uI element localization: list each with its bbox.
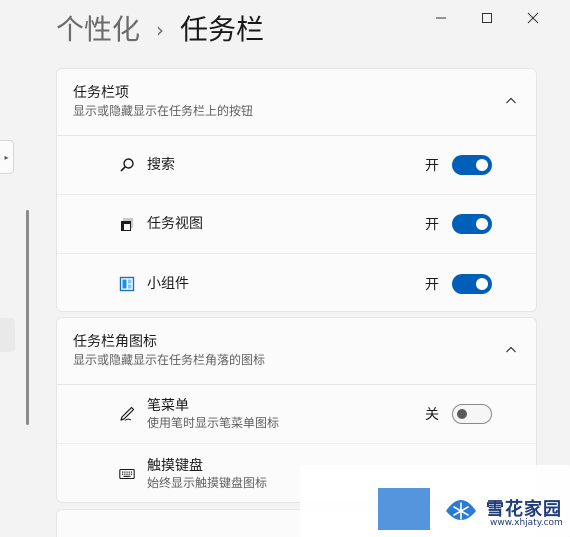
- setting-row-search: 搜索 开: [57, 136, 536, 195]
- maximize-icon: [482, 13, 492, 23]
- toggle-knob: [476, 218, 488, 230]
- setting-label: 搜索: [147, 157, 175, 173]
- task-view-icon: [119, 216, 135, 232]
- taskbar-items-header[interactable]: 任务栏项 显示或隐藏显示在任务栏上的按钮: [57, 69, 536, 136]
- nav-pane-edge: ▸: [0, 0, 56, 537]
- setting-label: 小组件: [147, 275, 189, 292]
- toggle-state-label: 开: [425, 276, 439, 293]
- chevron-up-icon[interactable]: [505, 344, 517, 356]
- pen-menu-toggle[interactable]: [452, 404, 492, 424]
- nav-scrollbar[interactable]: [26, 210, 29, 425]
- toggle-knob: [476, 277, 488, 290]
- chevron-right-icon: ▸: [4, 152, 9, 162]
- close-icon: [527, 12, 539, 24]
- setting-row-widgets: 小组件 开: [57, 254, 536, 311]
- nav-selected-item[interactable]: [0, 318, 15, 352]
- close-button[interactable]: [510, 4, 556, 32]
- toggle-knob: [476, 159, 488, 171]
- pen-icon: [119, 406, 135, 422]
- toggle-state-label: 关: [425, 407, 439, 423]
- window-controls: [418, 4, 556, 32]
- page-title: 任务栏: [180, 13, 265, 46]
- section-subtitle: 显示或隐藏显示在任务栏角落的图标: [73, 353, 266, 367]
- toggle-state-label: 开: [425, 217, 439, 233]
- setting-description: 始终显示触摸键盘图标: [147, 475, 268, 490]
- section-title: 任务栏项: [73, 85, 129, 101]
- snowflake-logo-icon: [446, 500, 476, 520]
- nav-expand-button[interactable]: ▸: [0, 140, 14, 174]
- setting-label: 笔菜单: [147, 398, 189, 414]
- maximize-button[interactable]: [464, 4, 510, 32]
- taskbar-items-section: 任务栏项 显示或隐藏显示在任务栏上的按钮 搜索 开 任务视图 开 小组件 开: [56, 68, 537, 312]
- toggle-state-label: 开: [425, 158, 439, 174]
- section-subtitle: 显示或隐藏显示在任务栏上的按钮: [73, 104, 254, 118]
- breadcrumb-separator: ›: [156, 18, 165, 42]
- task-view-toggle[interactable]: [452, 214, 492, 234]
- search-icon: [119, 157, 135, 173]
- search-toggle[interactable]: [452, 155, 492, 175]
- minimize-button[interactable]: [418, 4, 464, 32]
- setting-row-task-view: 任务视图 开: [57, 195, 536, 254]
- widgets-toggle[interactable]: [452, 273, 492, 294]
- taskbar-corner-icons-header[interactable]: 任务栏角图标 显示或隐藏显示在任务栏角落的图标: [57, 318, 536, 385]
- setting-label: 任务视图: [147, 216, 203, 232]
- watermark-url: www.xhjaty.com: [490, 518, 563, 528]
- setting-label: 触摸键盘: [147, 457, 203, 474]
- keyboard-icon: [119, 466, 135, 482]
- breadcrumb-parent[interactable]: 个性化: [56, 12, 140, 48]
- chevron-up-icon[interactable]: [505, 95, 517, 107]
- widgets-icon: [119, 276, 135, 292]
- breadcrumb: 个性化 › 任务栏: [56, 12, 264, 48]
- minimize-icon: [436, 17, 446, 19]
- setting-row-pen-menu: 笔菜单 使用笔时显示笔菜单图标 关: [57, 385, 536, 444]
- toggle-knob: [457, 409, 467, 419]
- section-title: 任务栏角图标: [73, 334, 157, 350]
- setting-description: 使用笔时显示笔菜单图标: [147, 416, 280, 430]
- watermark-dropdown-remnant: [378, 488, 430, 530]
